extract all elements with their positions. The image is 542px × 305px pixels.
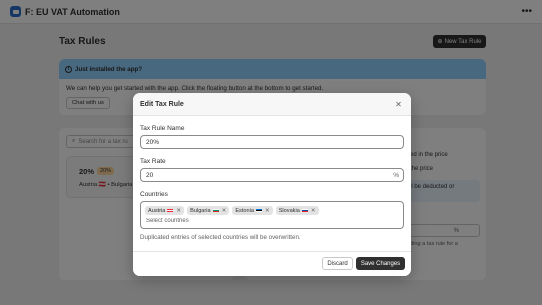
remove-austria-button[interactable]: ✕ [176,208,181,214]
country-tag-label: Estonia [235,207,254,214]
country-tag-label: Slovakia [278,207,300,214]
edit-tax-rule-modal: Edit Tax Rule ✕ Tax Rule Name Tax Rate %… [133,93,411,276]
modal-header: Edit Tax Rule [133,93,411,116]
discard-button[interactable]: Discard [322,257,353,270]
country-tag-estonia: Estonia ✕ [232,206,273,215]
save-changes-button[interactable]: Save Changes [356,257,405,270]
country-tag-bulgaria: Bulgaria ✕ [187,206,230,215]
tax-rule-name-label: Tax Rule Name [140,125,185,132]
tax-rate-input[interactable] [140,168,404,182]
country-tag-label: Bulgaria [190,207,211,214]
slovakia-flag-icon [301,208,308,213]
close-icon[interactable]: ✕ [394,100,403,109]
countries-help-text: Duplicated entries of selected countries… [140,234,301,241]
countries-search-input[interactable] [146,218,346,224]
estonia-flag-icon [256,208,262,213]
tax-rate-suffix: % [393,172,399,179]
country-tag-label: Austria [148,207,166,214]
country-tags: Austria ✕ Bulgaria ✕ Estonia ✕ Slovakia … [145,206,319,215]
tax-rule-name-input[interactable] [140,135,404,149]
modal-title: Edit Tax Rule [140,100,184,108]
remove-estonia-button[interactable]: ✕ [265,208,270,214]
austria-flag-icon [167,208,174,213]
bulgaria-flag-icon [212,208,219,213]
remove-bulgaria-button[interactable]: ✕ [222,208,227,214]
countries-label: Countries [140,191,168,198]
remove-slovakia-button[interactable]: ✕ [311,208,316,214]
country-tag-austria: Austria ✕ [145,206,185,215]
tax-rate-label: Tax Rate [140,158,166,165]
modal-footer: Discard Save Changes [133,251,411,276]
country-tag-slovakia: Slovakia ✕ [275,206,319,215]
countries-combobox[interactable]: Austria ✕ Bulgaria ✕ Estonia ✕ Slovakia … [140,201,404,229]
